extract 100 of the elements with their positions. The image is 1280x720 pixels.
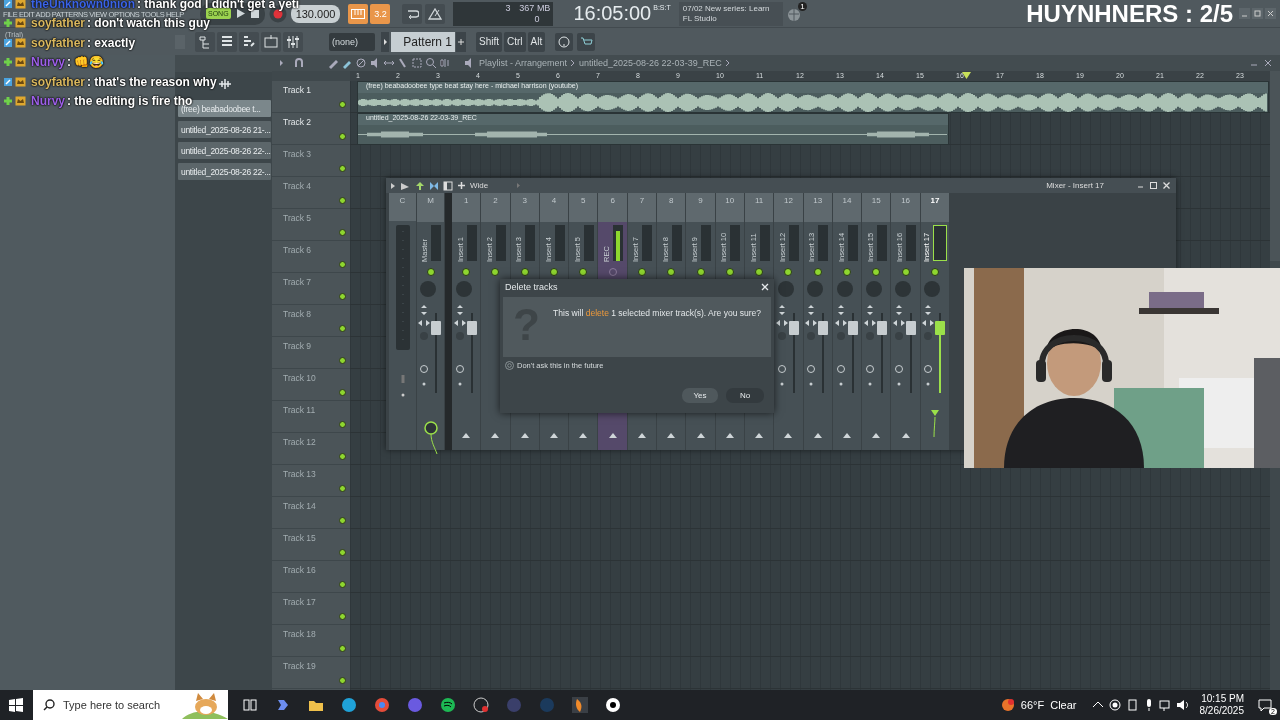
record-icon[interactable] xyxy=(1107,698,1122,712)
led-icon[interactable] xyxy=(491,268,500,276)
mute-icon[interactable] xyxy=(355,57,367,69)
maximize-icon[interactable] xyxy=(1252,8,1263,19)
send-arrow-icon[interactable] xyxy=(755,432,764,438)
send-arrow-icon[interactable] xyxy=(725,432,734,438)
led-icon[interactable] xyxy=(579,268,588,276)
loop-button[interactable] xyxy=(402,3,423,24)
mixer-track-number[interactable]: 1 xyxy=(452,193,481,222)
view-mode-label[interactable]: Wide xyxy=(470,181,489,190)
send-arrow-icon[interactable] xyxy=(784,432,793,438)
globe-icon[interactable] xyxy=(786,7,801,22)
track-name[interactable]: Track 7 xyxy=(283,277,312,304)
send-arrow-icon[interactable] xyxy=(813,432,822,438)
no-button[interactable]: No xyxy=(726,388,764,403)
send-arrow-icon[interactable] xyxy=(462,432,471,438)
led-icon[interactable] xyxy=(426,268,435,276)
add-icon[interactable] xyxy=(456,31,466,52)
led-icon[interactable] xyxy=(784,268,793,276)
mixer-track-number[interactable]: 9 xyxy=(686,193,715,222)
track-led-icon[interactable] xyxy=(339,293,346,300)
track-led-icon[interactable] xyxy=(339,645,346,652)
track-led-icon[interactable] xyxy=(339,197,346,204)
mixer-track-number[interactable]: C xyxy=(389,193,416,221)
mixer-track-number[interactable]: 11 xyxy=(744,193,774,222)
track-led-icon[interactable] xyxy=(339,485,346,492)
led-icon[interactable] xyxy=(637,268,646,276)
temperature[interactable]: 66°F xyxy=(1020,699,1045,711)
browser-item[interactable]: untitled_2025-08-26 22-... xyxy=(178,142,271,159)
led-icon[interactable] xyxy=(813,268,822,276)
track-name[interactable]: Track 6 xyxy=(283,245,312,272)
send-arrow-icon[interactable] xyxy=(667,432,676,438)
track-led-icon[interactable] xyxy=(339,261,346,268)
close-icon[interactable] xyxy=(1265,8,1276,19)
close-icon[interactable] xyxy=(1264,59,1272,67)
track-name[interactable]: Track 1 xyxy=(283,85,312,112)
checkbox-icon[interactable] xyxy=(505,361,514,370)
mixer-track-number[interactable]: 17 xyxy=(920,193,950,222)
mixer-track-number[interactable]: 10 xyxy=(715,193,744,222)
play-icon[interactable] xyxy=(236,9,245,18)
track-led-icon[interactable] xyxy=(339,453,346,460)
app-icon[interactable] xyxy=(605,697,621,713)
track-led-icon[interactable] xyxy=(339,613,346,620)
track-led-icon[interactable] xyxy=(339,549,346,556)
mixer-track-number[interactable]: 13 xyxy=(803,193,832,222)
metronome-button[interactable] xyxy=(425,3,446,24)
search-field[interactable]: Type here to search xyxy=(33,690,228,720)
typing-keyboard-button[interactable] xyxy=(348,3,369,24)
led-icon[interactable] xyxy=(930,268,939,276)
led-icon[interactable] xyxy=(462,268,471,276)
track-name[interactable]: Track 3 xyxy=(283,149,312,176)
track-led-icon[interactable] xyxy=(339,581,346,588)
weather-condition[interactable]: Clear xyxy=(1050,699,1077,711)
network-icon[interactable] xyxy=(1158,698,1173,712)
track-led-icon[interactable] xyxy=(339,677,346,684)
pattern-selector[interactable]: (none) xyxy=(329,32,375,51)
modifier-key[interactable]: Alt xyxy=(527,31,546,52)
track-name[interactable]: Track 5 xyxy=(283,213,312,240)
led-icon[interactable] xyxy=(725,268,734,276)
mixer-track-number[interactable]: 4 xyxy=(539,193,569,222)
modifier-key[interactable]: Shift xyxy=(476,31,503,52)
help-icon[interactable] xyxy=(555,32,574,51)
track-led-icon[interactable] xyxy=(339,101,346,108)
track-led-icon[interactable] xyxy=(339,229,346,236)
send-arrow-icon[interactable] xyxy=(491,432,500,438)
send-knob-icon[interactable] xyxy=(422,418,439,454)
daw-app-icon[interactable] xyxy=(572,697,588,713)
led-icon[interactable] xyxy=(901,268,910,276)
channel-rack-button[interactable] xyxy=(217,31,237,52)
track-name[interactable]: Track 2 xyxy=(283,117,312,144)
track-name[interactable]: Track 14 xyxy=(283,501,316,528)
track-name[interactable]: Track 13 xyxy=(283,469,316,496)
send-arrow-icon[interactable] xyxy=(696,432,705,438)
track-name[interactable]: Track 11 xyxy=(283,405,316,432)
mixer-track-number[interactable]: M xyxy=(417,193,444,222)
track-name[interactable]: Track 8 xyxy=(283,309,312,336)
send-arrow-icon[interactable] xyxy=(608,432,617,438)
send-arrow-icon[interactable] xyxy=(520,432,529,438)
add-icon[interactable] xyxy=(457,181,466,190)
track-name[interactable]: Track 18 xyxy=(283,629,316,656)
mixer-track-number[interactable]: 7 xyxy=(627,193,657,222)
clock[interactable]: 10:15 PM 8/26/2025 xyxy=(1199,693,1244,717)
led-icon[interactable] xyxy=(550,268,559,276)
track-led-icon[interactable] xyxy=(339,325,346,332)
track-name[interactable]: Track 4 xyxy=(283,181,312,208)
led-icon[interactable] xyxy=(872,268,881,276)
send-arrow-icon[interactable] xyxy=(637,432,646,438)
cart-icon[interactable] xyxy=(577,32,596,51)
piano-roll-button[interactable] xyxy=(239,31,259,52)
volume-icon[interactable] xyxy=(1175,698,1190,712)
mixer-button[interactable] xyxy=(283,31,303,52)
yes-button[interactable]: Yes xyxy=(682,388,718,403)
mixer-track-number[interactable]: 5 xyxy=(569,193,598,222)
send-arrow-icon[interactable] xyxy=(872,432,881,438)
waveform-icon[interactable] xyxy=(218,78,233,90)
pattern-field[interactable]: Pattern 1 xyxy=(391,31,455,52)
maximize-icon[interactable] xyxy=(1149,181,1158,190)
track-led-icon[interactable] xyxy=(339,357,346,364)
led-icon[interactable] xyxy=(667,268,676,276)
led-icon[interactable] xyxy=(696,268,705,276)
